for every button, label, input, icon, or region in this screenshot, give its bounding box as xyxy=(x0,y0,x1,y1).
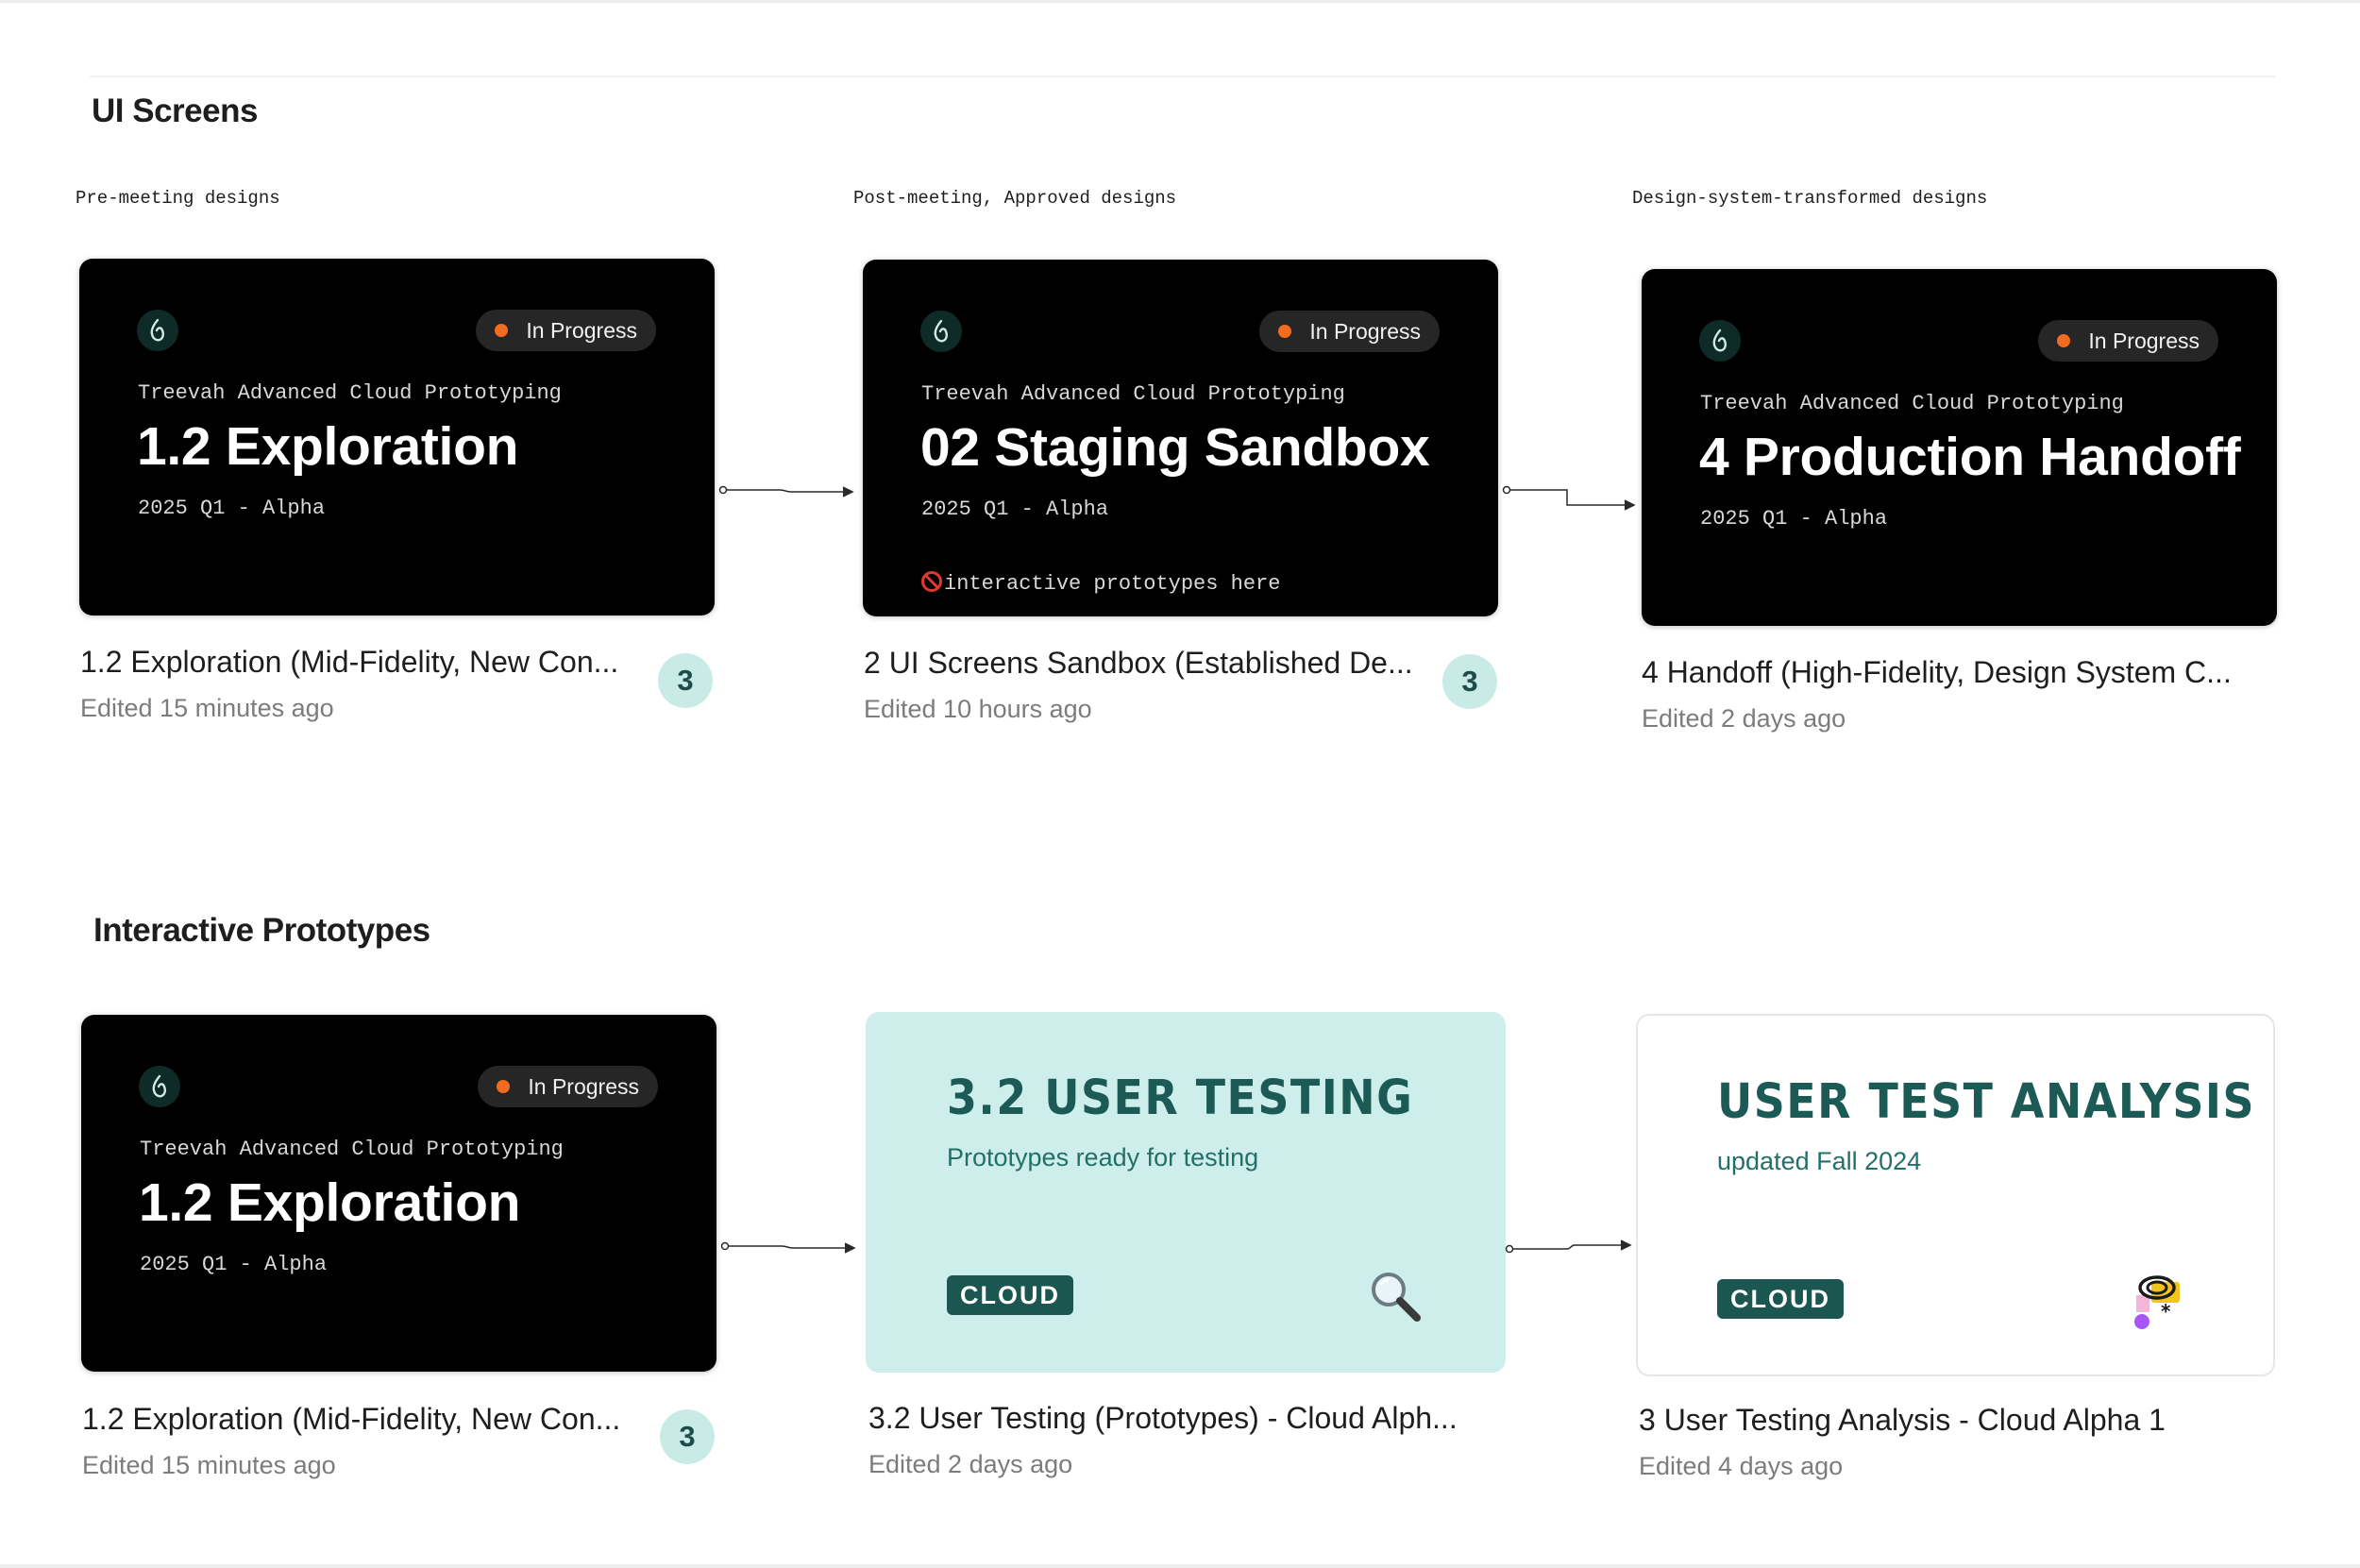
leaf-logo-icon xyxy=(920,311,962,352)
cloud-tag: CLOUD xyxy=(1717,1279,1844,1319)
file-thumbnail-exploration[interactable]: In Progress Treevah Advanced Cloud Proto… xyxy=(81,1015,716,1372)
status-badge: In Progress xyxy=(476,310,656,351)
status-dot-icon xyxy=(495,324,509,337)
file-edited-time: Edited 4 days ago xyxy=(1639,1452,1844,1480)
file-name[interactable]: 2 UI Screens Sandbox (Established De... xyxy=(864,646,1413,681)
status-badge: In Progress xyxy=(478,1066,658,1107)
section-divider xyxy=(90,76,2276,77)
leaf-logo-icon xyxy=(1699,320,1741,362)
analysis-sticker-icon: * xyxy=(2134,1275,2180,1329)
file-name[interactable]: 3 User Testing Analysis - Cloud Alpha 1 xyxy=(1639,1403,2166,1438)
connector-user-testing-to-analysis xyxy=(1505,1239,1632,1254)
prohibited-icon xyxy=(921,571,942,592)
file-thumbnail-user-testing[interactable]: 3.2 USER TESTING Prototypes ready for te… xyxy=(866,1012,1506,1373)
file-name[interactable]: 4 Handoff (High-Fidelity, Design System … xyxy=(1642,655,2232,690)
connector-sandbox-to-handoff xyxy=(1502,485,1636,511)
file-thumbnail-production-handoff[interactable]: In Progress Treevah Advanced Cloud Proto… xyxy=(1642,269,2277,626)
file-edited-time: Edited 15 minutes ago xyxy=(82,1451,336,1479)
leaf-logo-icon xyxy=(137,310,178,351)
release-label: 2025 Q1 - Alpha xyxy=(1700,507,1888,531)
thumbnail-title: 3.2 USER TESTING xyxy=(947,1071,1414,1126)
thumbnail-subtitle: Prototypes ready for testing xyxy=(947,1143,1259,1172)
file-thumbnail-staging-sandbox[interactable]: In Progress Treevah Advanced Cloud Proto… xyxy=(863,260,1498,616)
release-label: 2025 Q1 - Alpha xyxy=(921,497,1109,521)
prototype-note: interactive prototypes here xyxy=(921,571,1280,596)
svg-text:*: * xyxy=(2161,1300,2171,1323)
release-label: 2025 Q1 - Alpha xyxy=(140,1253,328,1276)
comment-count-badge[interactable]: 3 xyxy=(658,653,713,708)
status-dot-icon xyxy=(1278,325,1292,338)
section-title-ui-screens: UI Screens xyxy=(92,93,258,129)
project-subtitle: Treevah Advanced Cloud Prototyping xyxy=(1700,392,2124,415)
thumbnail-title: 1.2 Exploration xyxy=(139,1172,521,1233)
file-edited-time: Edited 2 days ago xyxy=(1642,704,1846,733)
column-label-design-system: Design-system-transformed designs xyxy=(1632,188,1988,209)
magnifying-glass-icon xyxy=(1372,1273,1421,1322)
thumbnail-title: USER TEST ANALYSIS xyxy=(1717,1074,2255,1130)
connector-exploration-to-user-testing xyxy=(720,1241,856,1254)
file-thumbnail-exploration[interactable]: In Progress Treevah Advanced Cloud Proto… xyxy=(79,259,715,615)
leaf-logo-icon xyxy=(139,1066,180,1107)
file-name[interactable]: 1.2 Exploration (Mid-Fidelity, New Con..… xyxy=(80,645,618,680)
cloud-tag: CLOUD xyxy=(947,1275,1073,1315)
thumbnail-subtitle: updated Fall 2024 xyxy=(1717,1147,1922,1175)
file-name[interactable]: 3.2 User Testing (Prototypes) - Cloud Al… xyxy=(868,1401,1458,1436)
column-label-pre-meeting: Pre-meeting designs xyxy=(76,188,280,209)
top-divider xyxy=(0,0,2360,3)
file-edited-time: Edited 2 days ago xyxy=(868,1450,1073,1478)
status-dot-icon xyxy=(2057,334,2071,347)
file-edited-time: Edited 15 minutes ago xyxy=(80,694,334,722)
bottom-divider xyxy=(0,1564,2360,1568)
thumbnail-title: 1.2 Exploration xyxy=(137,416,519,477)
status-badge: In Progress xyxy=(2038,320,2218,362)
file-edited-time: Edited 10 hours ago xyxy=(864,695,1092,723)
file-thumbnail-user-test-analysis[interactable]: USER TEST ANALYSIS updated Fall 2024 CLO… xyxy=(1636,1014,2275,1376)
status-dot-icon xyxy=(497,1080,511,1093)
release-label: 2025 Q1 - Alpha xyxy=(138,497,326,520)
thumbnail-title: 4 Production Handoff xyxy=(1699,427,2241,487)
column-label-post-meeting: Post-meeting, Approved designs xyxy=(853,188,1177,209)
connector-exploration-to-sandbox xyxy=(718,485,854,497)
thumbnail-title: 02 Staging Sandbox xyxy=(920,417,1430,478)
status-badge: In Progress xyxy=(1259,311,1440,352)
file-name[interactable]: 1.2 Exploration (Mid-Fidelity, New Con..… xyxy=(82,1402,620,1437)
project-subtitle: Treevah Advanced Cloud Prototyping xyxy=(138,381,562,405)
comment-count-badge[interactable]: 3 xyxy=(660,1409,715,1464)
project-subtitle: Treevah Advanced Cloud Prototyping xyxy=(921,382,1345,406)
comment-count-badge[interactable]: 3 xyxy=(1442,654,1497,709)
section-title-interactive-prototypes: Interactive Prototypes xyxy=(93,912,430,949)
project-subtitle: Treevah Advanced Cloud Prototyping xyxy=(140,1138,564,1161)
